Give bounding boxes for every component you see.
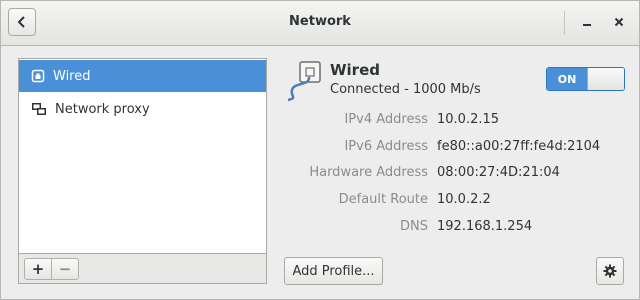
hardware-address-label: Hardware Address (309, 165, 428, 180)
header-bar: Network (1, 1, 639, 46)
close-icon (614, 17, 624, 27)
gear-icon (603, 264, 617, 278)
device-list: Wired Network proxy (18, 58, 267, 254)
remove-device-button[interactable]: − (51, 258, 79, 280)
wired-ethernet-icon (31, 69, 45, 83)
ipv4-address-value: 10.0.2.15 (437, 112, 500, 127)
settings-button[interactable] (596, 257, 624, 285)
ipv6-address-label: IPv6 Address (344, 139, 428, 154)
toggle-on-label: ON (547, 68, 587, 90)
device-list-toolbar: + − (18, 254, 267, 284)
dns-label: DNS (400, 219, 428, 234)
device-item-wired[interactable]: Wired (19, 60, 266, 92)
default-route-value: 10.0.2.2 (437, 192, 491, 207)
device-item-label: Wired (53, 68, 91, 84)
wired-connection-icon (287, 61, 321, 102)
toggle-knob (587, 68, 624, 90)
ipv4-address-label: IPv4 Address (344, 112, 428, 127)
minimize-button[interactable] (578, 12, 596, 32)
network-proxy-icon (32, 103, 46, 115)
add-profile-button[interactable]: Add Profile... (284, 257, 383, 285)
window-title: Network (289, 14, 351, 29)
device-name: Wired (330, 61, 380, 79)
minimize-icon (583, 24, 591, 26)
device-item-network-proxy[interactable]: Network proxy (19, 93, 266, 125)
header-separator (564, 11, 565, 35)
ipv6-address-value: fe80::a00:27ff:fe4d:2104 (437, 139, 601, 154)
connection-status: Connected - 1000 Mb/s (330, 82, 481, 97)
add-device-button[interactable]: + (24, 258, 52, 280)
device-item-label: Network proxy (55, 101, 150, 117)
connection-toggle-switch[interactable]: ON (546, 67, 625, 91)
default-route-label: Default Route (338, 192, 428, 207)
close-button[interactable] (610, 12, 628, 32)
hardware-address-value: 08:00:27:4D:21:04 (437, 165, 560, 180)
network-settings-window: Network Wired Network proxy + − Wired Co… (0, 0, 640, 300)
dns-value: 192.168.1.254 (437, 219, 533, 234)
